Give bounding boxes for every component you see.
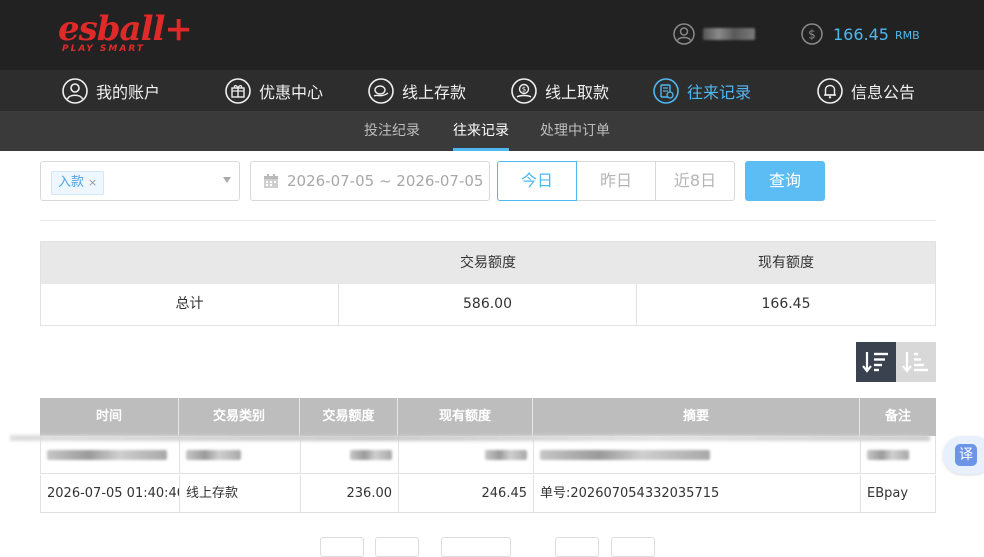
top-bar: esball+ PLAY SMART $ 166.45 RMB [0, 0, 984, 70]
gift-icon [225, 78, 251, 104]
svg-text:$: $ [808, 28, 816, 42]
col-time: 时间 [40, 398, 179, 436]
yesterday-button[interactable]: 昨日 [576, 161, 656, 201]
type-tag: 入款 × [51, 171, 105, 195]
svg-text:$: $ [522, 86, 526, 94]
col-note: 备注 [884, 409, 911, 424]
balance-display: $ 166.45 RMB [801, 21, 920, 47]
cell-type: 线上存款 [180, 475, 301, 513]
summary-table: 交易额度 现有额度 总计 586.00 166.45 [40, 241, 936, 326]
tag-close-icon[interactable]: × [88, 176, 97, 189]
last-8-days-button[interactable]: 近8日 [655, 161, 735, 201]
cell-amount: 236.00 [301, 475, 399, 513]
main-nav: 我的账户 优惠中心 线上存款 $ 线上取款 往来记录 信息公告 [0, 70, 984, 112]
query-button[interactable]: 查询 [745, 161, 825, 201]
sort-descending-button[interactable] [856, 342, 896, 382]
nav-label: 优惠中心 [259, 83, 324, 102]
summary-total-amount: 586.00 [339, 284, 637, 325]
deposit-icon [368, 78, 394, 104]
sort-asc-icon [902, 352, 928, 373]
records-header: 时间 交易类别 交易额度 现有额度 摘要 备注 [40, 398, 936, 436]
cell-redacted [534, 436, 861, 474]
table-row: 2026-07-05 01:40:40 线上存款 236.00 246.45 单… [40, 475, 936, 513]
redacted-band [10, 435, 930, 441]
nav-label: 线上取款 [545, 83, 610, 102]
subtab-pending-orders[interactable]: 处理中订单 [540, 112, 610, 151]
pager-button[interactable] [441, 537, 511, 557]
filter-bar: 入款 × 2026-07-05 ~ 2026-07-05 今日 昨日 近8日 查询 [40, 161, 936, 201]
col-type: 交易类别 [179, 398, 300, 436]
sort-desc-icon [862, 352, 888, 373]
nav-label: 我的账户 [96, 83, 161, 102]
nav-records[interactable]: 往来记录 [653, 70, 751, 112]
bell-icon [817, 78, 843, 104]
col-summary: 摘要 [533, 398, 860, 436]
table-row-redacted [40, 436, 936, 474]
summary-total-label: 总计 [41, 284, 339, 325]
balance-currency: RMB [894, 29, 920, 42]
nav-my-account[interactable]: 我的账户 [62, 70, 160, 112]
cell-redacted [861, 436, 937, 474]
cell-redacted [301, 436, 399, 474]
translate-icon: 译 [955, 444, 977, 466]
records-icon [653, 78, 679, 104]
calendar-icon [264, 174, 278, 188]
cell-time: 2026-07-05 01:40:40 [41, 475, 180, 513]
nav-online-deposit[interactable]: 线上存款 [368, 70, 466, 112]
translate-button[interactable]: 译 [943, 436, 984, 474]
cell-redacted [180, 436, 301, 474]
username-redacted [703, 28, 755, 40]
dollar-icon: $ [801, 23, 823, 45]
subtab-transactions[interactable]: 往来记录 [453, 112, 509, 151]
brand-logo[interactable]: esball+ PLAY SMART [58, 10, 193, 60]
summary-header-amount: 交易额度 [460, 255, 516, 271]
col-amount: 交易额度 [300, 398, 398, 436]
cell-balance: 246.45 [399, 475, 534, 513]
summary-row: 总计 586.00 166.45 [41, 284, 935, 325]
balance-value: 166.45 [833, 24, 889, 44]
user-account[interactable] [673, 22, 755, 46]
pager-button[interactable] [375, 537, 419, 557]
cell-summary: 单号:202607054332035715 [534, 475, 861, 513]
brand-tagline: PLAY SMART [62, 44, 145, 54]
type-tag-label: 入款 [58, 175, 85, 190]
cell-redacted [399, 436, 534, 474]
today-button[interactable]: 今日 [497, 161, 577, 201]
date-range-value: 2026-07-05 ~ 2026-07-05 [287, 172, 484, 190]
brand-name: esball+ [58, 9, 193, 49]
nav-label: 线上存款 [402, 83, 467, 102]
col-balance: 现有额度 [398, 398, 533, 436]
user-avatar-icon [673, 23, 695, 45]
sub-nav: 投注纪录 往来记录 处理中订单 [0, 112, 984, 151]
nav-announcements[interactable]: 信息公告 [817, 70, 915, 112]
nav-online-withdraw[interactable]: $ 线上取款 [511, 70, 609, 112]
summary-header-balance: 现有额度 [758, 255, 814, 271]
withdraw-icon: $ [511, 78, 537, 104]
summary-header: 交易额度 现有额度 [41, 242, 935, 284]
nav-promotions[interactable]: 优惠中心 [225, 70, 323, 112]
summary-header-label [41, 242, 339, 284]
pager-button[interactable] [320, 537, 364, 557]
cell-note: EBpay [867, 486, 909, 501]
pager-button[interactable] [555, 537, 599, 557]
chevron-down-icon[interactable] [223, 177, 231, 183]
subtab-bet-records[interactable]: 投注纪录 [364, 112, 420, 151]
pager-button[interactable] [611, 537, 655, 557]
nav-label: 往来记录 [687, 83, 752, 102]
sort-ascending-button[interactable] [896, 342, 936, 382]
cell-redacted [41, 436, 180, 474]
user-icon [62, 78, 88, 104]
divider [40, 220, 936, 221]
summary-current-balance: 166.45 [761, 296, 811, 312]
quick-date-group: 今日 昨日 近8日 [497, 161, 735, 201]
date-range-picker[interactable]: 2026-07-05 ~ 2026-07-05 [250, 161, 490, 201]
transaction-type-select[interactable]: 入款 × [40, 161, 240, 201]
nav-label: 信息公告 [851, 83, 916, 102]
